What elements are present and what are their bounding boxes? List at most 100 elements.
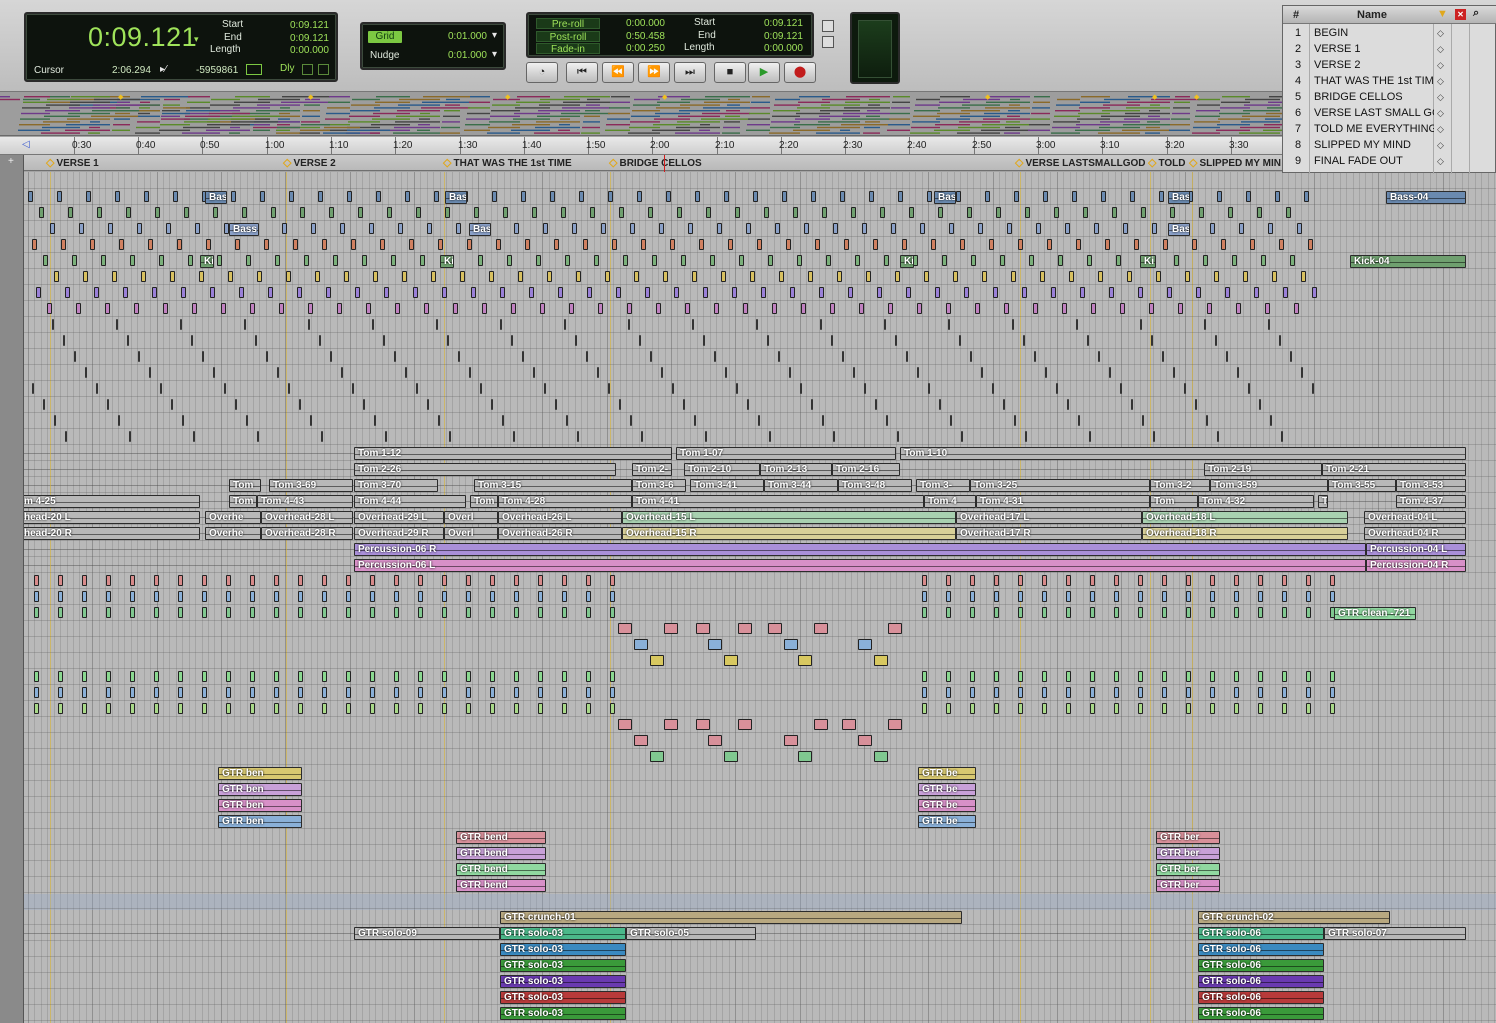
drum-hit-region[interactable]: [590, 207, 595, 218]
guitar-region[interactable]: [466, 575, 471, 586]
guitar-region[interactable]: [1258, 607, 1263, 618]
drum-hit-region[interactable]: [1294, 303, 1299, 314]
drum-hit-region[interactable]: [964, 287, 969, 298]
drum-hit-region[interactable]: [942, 255, 947, 266]
drum-hit-region[interactable]: [981, 367, 983, 378]
drum-hit-region[interactable]: [246, 255, 251, 266]
memory-location-row[interactable]: 5 BRIDGE CELLOS ◇: [1283, 89, 1496, 105]
drum-hit-region[interactable]: [946, 303, 951, 314]
guitar-region[interactable]: [178, 703, 183, 714]
audio-region[interactable]: Percussion-04 L: [1366, 543, 1466, 556]
drum-hit-region[interactable]: [250, 303, 255, 314]
drum-hit-region[interactable]: [1290, 351, 1292, 362]
drum-hit-region[interactable]: [1023, 335, 1025, 346]
drum-hit-region[interactable]: [277, 367, 279, 378]
drum-hit-region[interactable]: [1062, 303, 1067, 314]
drum-hit-region[interactable]: [90, 239, 95, 250]
drum-hit-region[interactable]: [692, 271, 697, 282]
drum-hit-region[interactable]: [385, 431, 387, 442]
drum-hit-region[interactable]: [416, 207, 421, 218]
audio-region[interactable]: Tom 3-25: [970, 479, 1150, 492]
guitar-region[interactable]: [538, 687, 543, 698]
drum-hit-region[interactable]: [1265, 303, 1270, 314]
guitar-region[interactable]: [586, 575, 591, 586]
drum-hit-region[interactable]: [848, 287, 853, 298]
drum-hit-region[interactable]: [851, 207, 856, 218]
drum-hit-region[interactable]: [793, 207, 798, 218]
guitar-region[interactable]: [106, 607, 111, 618]
guitar-region[interactable]: [1234, 703, 1239, 714]
drum-hit-region[interactable]: [478, 255, 483, 266]
drum-hit-region[interactable]: [746, 223, 751, 234]
guitar-region[interactable]: [1114, 703, 1119, 714]
drum-hit-region[interactable]: [144, 191, 149, 202]
guitar-region[interactable]: [370, 671, 375, 682]
drum-hit-region[interactable]: [394, 351, 396, 362]
drum-hit-region[interactable]: [213, 367, 215, 378]
drum-hit-region[interactable]: [866, 271, 871, 282]
guitar-region[interactable]: [34, 671, 39, 682]
guitar-region[interactable]: [1066, 591, 1071, 602]
drum-hit-region[interactable]: [685, 303, 690, 314]
drum-hit-region[interactable]: [1056, 383, 1058, 394]
memory-location-row[interactable]: 2 VERSE 1 ◇: [1283, 41, 1496, 57]
guitar-region[interactable]: [970, 575, 975, 586]
drum-hit-region[interactable]: [601, 223, 606, 234]
guitar-region[interactable]: [562, 591, 567, 602]
drum-hit-region[interactable]: [906, 351, 908, 362]
guitar-region[interactable]: [994, 591, 999, 602]
drum-hit-region[interactable]: [764, 207, 769, 218]
stop-icon[interactable]: ■: [714, 62, 746, 83]
audio-region[interactable]: Tom: [470, 495, 498, 508]
drum-hit-region[interactable]: [728, 239, 733, 250]
guitar-region[interactable]: [1186, 703, 1191, 714]
drum-hit-region[interactable]: [1239, 223, 1244, 234]
audio-region[interactable]: Tom: [229, 479, 261, 492]
drum-hit-region[interactable]: [695, 191, 700, 202]
drum-hit-region[interactable]: [939, 399, 941, 410]
drum-hit-region[interactable]: [1058, 255, 1063, 266]
start-value[interactable]: 0:09.121: [290, 20, 329, 31]
audio-region[interactable]: Bas: [934, 191, 956, 204]
drum-hit-region[interactable]: [341, 367, 343, 378]
drum-hit-region[interactable]: [28, 191, 33, 202]
drum-hit-region[interactable]: [384, 287, 389, 298]
guitar-region[interactable]: [1186, 687, 1191, 698]
drum-hit-region[interactable]: [431, 271, 436, 282]
drum-hit-region[interactable]: [383, 335, 385, 346]
drum-hit-region[interactable]: [224, 383, 226, 394]
drum-hit-region[interactable]: [193, 431, 195, 442]
drum-hit-region[interactable]: [1011, 271, 1016, 282]
audio-region[interactable]: Tom 3-48: [838, 479, 912, 492]
fadein-value[interactable]: 0:00.250: [626, 43, 665, 54]
drum-hit-region[interactable]: [74, 351, 76, 362]
drum-hit-region[interactable]: [405, 191, 410, 202]
audio-region[interactable]: Overhead-17 L: [956, 511, 1142, 524]
drum-hit-region[interactable]: [188, 255, 193, 266]
search-icon[interactable]: ⌕: [1473, 7, 1479, 20]
drum-hit-region[interactable]: [1105, 239, 1110, 250]
drum-hit-region[interactable]: [518, 271, 523, 282]
guitar-region[interactable]: [1210, 703, 1215, 714]
drum-hit-region[interactable]: [1195, 399, 1197, 410]
audio-region[interactable]: Percussion-06 R: [354, 543, 1366, 556]
drum-hit-region[interactable]: [877, 287, 882, 298]
drum-hit-region[interactable]: [119, 239, 124, 250]
drum-hit-region[interactable]: [1159, 191, 1164, 202]
drum-hit-region[interactable]: [1069, 271, 1074, 282]
drum-hit-region[interactable]: [586, 351, 588, 362]
drum-hit-region[interactable]: [681, 255, 686, 266]
drum-hit-region[interactable]: [471, 287, 476, 298]
drum-hit-region[interactable]: [456, 223, 461, 234]
audio-region[interactable]: GTR ben: [218, 767, 302, 780]
main-time-display[interactable]: 0:09.121: [88, 22, 197, 53]
drum-hit-region[interactable]: [616, 287, 621, 298]
drum-hit-region[interactable]: [1217, 431, 1219, 442]
drum-hit-region[interactable]: [1210, 223, 1215, 234]
drum-hit-region[interactable]: [950, 415, 952, 426]
drum-hit-region[interactable]: [344, 271, 349, 282]
drum-hit-region[interactable]: [289, 191, 294, 202]
drum-hit-region[interactable]: [50, 223, 55, 234]
guitar-region[interactable]: [58, 607, 63, 618]
main-counter[interactable]: 0:09.121 ▾ Start 0:09.121 End 0:09.121 L…: [24, 12, 338, 82]
